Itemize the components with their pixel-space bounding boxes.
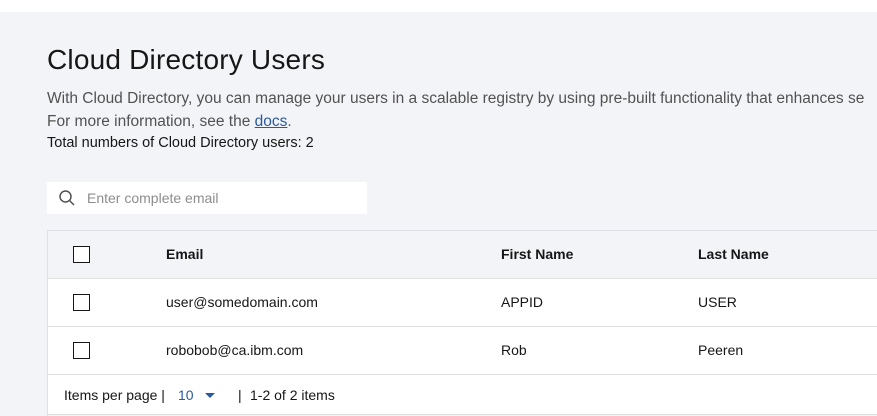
cell-first-name: Rob — [501, 342, 527, 358]
row-select-cell — [73, 327, 91, 374]
cell-last-name: Peeren — [698, 342, 744, 358]
column-header-last-name[interactable]: Last Name — [698, 231, 769, 278]
more-info-prefix: For more information, see the — [47, 113, 255, 130]
cell-first-name: APPID — [501, 294, 544, 310]
table-row[interactable]: robobob@ca.ibm.com Rob Peeren — [48, 327, 877, 375]
select-all-cell — [73, 231, 91, 278]
row-checkbox[interactable] — [73, 342, 90, 359]
pagination-range: 1-2 of 2 items — [250, 387, 335, 403]
page-description-more-info: For more information, see the docs. — [47, 110, 292, 134]
cell-email: user@somedomain.com — [166, 294, 318, 310]
table-header-row: Email First Name Last Name — [48, 231, 877, 279]
pagination-separator: | — [238, 387, 242, 403]
row-checkbox[interactable] — [73, 294, 90, 311]
total-users-count: Total numbers of Cloud Directory users: … — [47, 135, 314, 151]
chevron-down-icon[interactable] — [204, 375, 216, 415]
pagination-bar: Items per page | 10 | 1-2 of 2 items — [48, 375, 877, 415]
page-title: Cloud Directory Users — [47, 44, 326, 75]
table-row[interactable]: user@somedomain.com APPID USER — [48, 279, 877, 327]
search-box — [47, 182, 367, 214]
users-table: Email First Name Last Name user@somedoma… — [47, 230, 877, 416]
column-header-first-name[interactable]: First Name — [501, 231, 573, 278]
page-description: With Cloud Directory, you can manage you… — [47, 90, 865, 107]
cell-email: robobob@ca.ibm.com — [166, 342, 304, 358]
column-header-email[interactable]: Email — [166, 231, 203, 278]
cell-last-name: USER — [698, 294, 737, 310]
items-per-page-label: Items per page | — [64, 387, 165, 403]
page: Cloud Directory Users With Cloud Directo… — [0, 12, 877, 416]
docs-link[interactable]: docs — [255, 113, 288, 130]
search-input[interactable] — [87, 182, 362, 214]
row-select-cell — [73, 279, 91, 326]
select-all-checkbox[interactable] — [73, 246, 90, 263]
search-icon — [59, 190, 75, 206]
items-per-page-select[interactable]: 10 — [178, 375, 194, 415]
more-info-suffix: . — [287, 113, 292, 130]
